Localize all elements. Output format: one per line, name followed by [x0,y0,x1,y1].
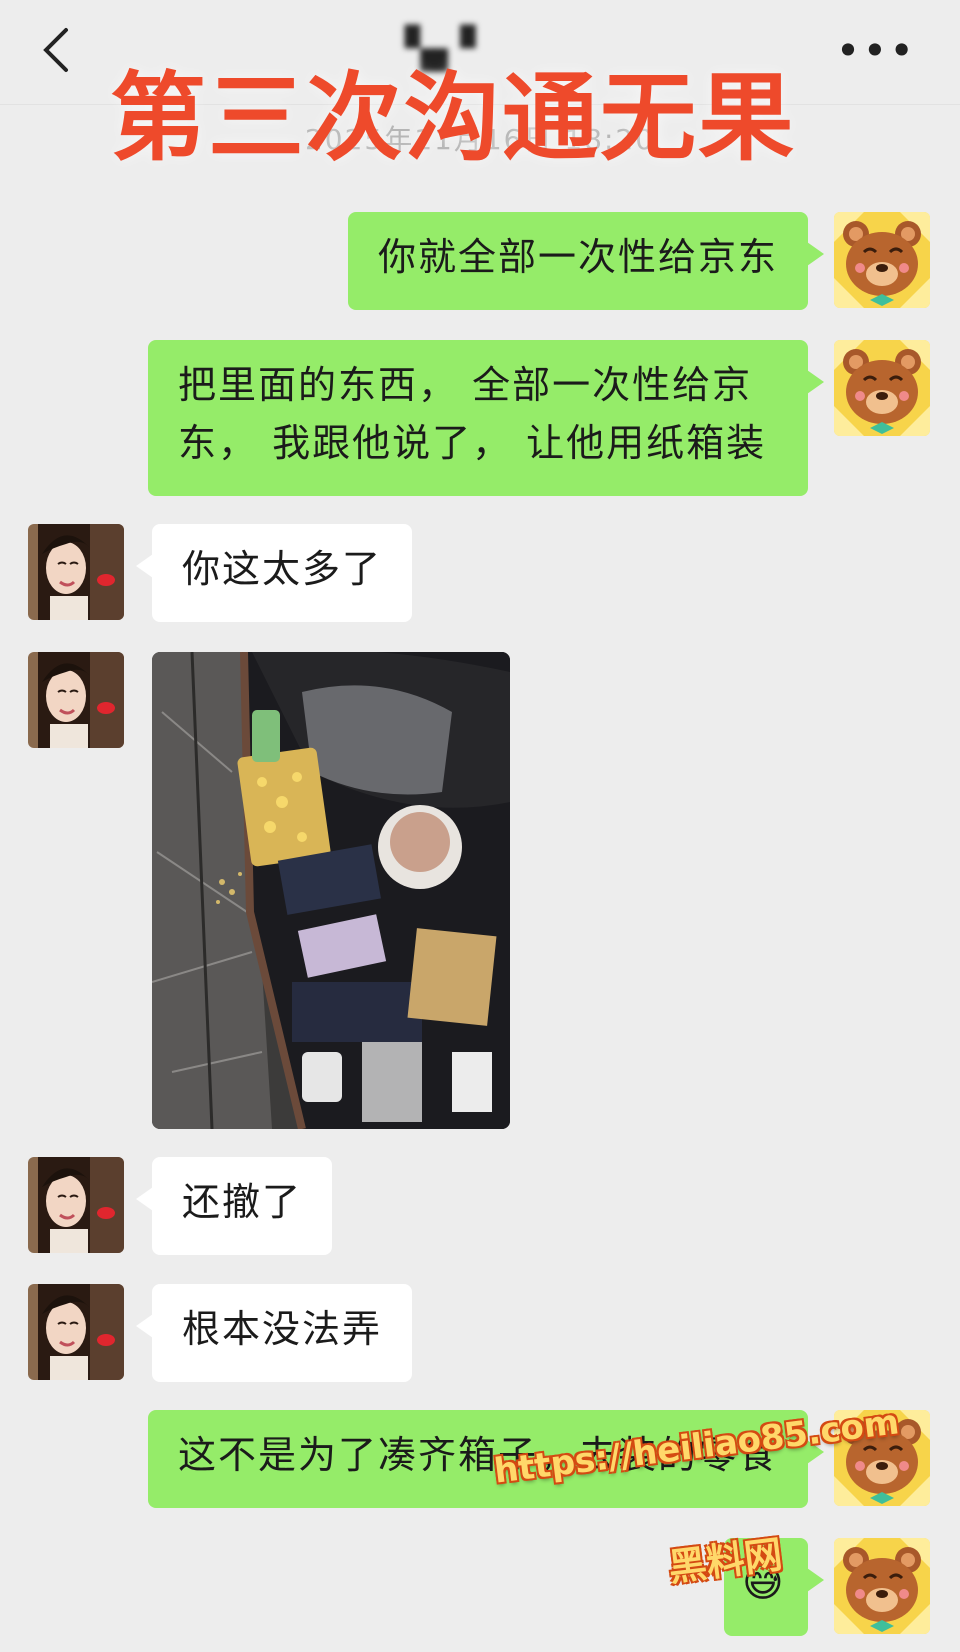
avatar-self[interactable] [834,1538,930,1634]
message-text: 你这太多了 [182,547,383,591]
message-text-line: 东， 我跟他说了， 让他用纸箱装 [178,421,767,465]
message-bubble-incoming[interactable]: 根本没法弄 [135,1284,413,1382]
avatar-self[interactable] [834,212,930,308]
chevron-left-icon [43,28,68,72]
image-message[interactable] [152,652,510,1129]
more-button[interactable]: ••• [836,26,916,75]
photo-suitcase [152,652,510,1129]
more-dots-icon: ••• [835,26,916,75]
message-text-line: 把里面的东西， 全部一次性给京 [178,363,753,407]
message-text: 根本没法弄 [182,1307,383,1351]
message-bubble-incoming[interactable]: 还撤了 [135,1157,333,1255]
avatar-contact[interactable] [28,652,124,748]
message-text: 你就全部一次性给京东 [377,235,778,279]
avatar-contact[interactable] [28,524,124,620]
avatar-contact[interactable] [28,1157,124,1253]
message-bubble-incoming[interactable]: 你这太多了 [135,524,413,622]
avatar-self[interactable] [834,340,930,436]
message-bubble-outgoing[interactable]: 你就全部一次性给京东 [347,212,825,310]
avatar-contact[interactable] [28,1284,124,1380]
back-button[interactable] [36,22,80,78]
message-bubble-outgoing[interactable]: 把里面的东西， 全部一次性给京 东， 我跟他说了， 让他用纸箱装 [148,340,824,496]
overlay-title: 第三次沟通无果 [110,62,796,174]
message-text: 还撤了 [182,1180,303,1224]
